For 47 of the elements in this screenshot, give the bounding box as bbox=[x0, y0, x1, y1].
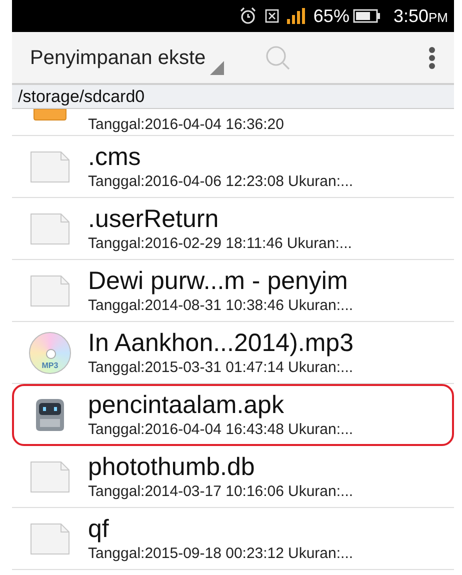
file-icon bbox=[29, 150, 71, 184]
file-date: Tanggal:2016-02-29 18:11:46 bbox=[88, 234, 283, 254]
clock: 3:50PM bbox=[393, 4, 448, 28]
file-name: qf bbox=[88, 514, 110, 544]
file-row[interactable]: Tanggal:2016-04-04 16:36:20 bbox=[12, 109, 454, 136]
file-name: photothumb.db bbox=[88, 452, 256, 482]
file-name: Dewi purw...m - penyim bbox=[88, 266, 349, 296]
file-row[interactable]: Dewi purw...m - penyim Tanggal:2014-08-31 10:38:46 Ukuran:... bbox=[12, 260, 454, 322]
file-row[interactable]: MP3 In Aankhon...2014).mp3 Tanggal:2015-03-31 01:47:14 Ukuran:... bbox=[12, 322, 454, 384]
file-size: Ukuran:... bbox=[288, 358, 354, 378]
file-date: Tanggal:2016-04-04 16:36:20 bbox=[88, 115, 284, 135]
folder-icon bbox=[33, 109, 67, 121]
battery-percent: 65% bbox=[313, 4, 350, 28]
file-name: pencintaalam.apk bbox=[88, 390, 285, 420]
alarm-icon bbox=[239, 7, 258, 25]
file-row[interactable]: photothumb.db Tanggal:2014-03-17 10:16:06 Ukuran:... bbox=[12, 446, 454, 508]
close-box-icon bbox=[265, 9, 280, 23]
file-row[interactable]: pencintaalam.apk Tanggal:2016-04-04 16:43:48 Ukuran:... bbox=[12, 384, 454, 446]
file-date: Tanggal:2016-04-04 16:43:48 bbox=[88, 420, 284, 440]
file-date: Tanggal:2015-09-18 00:23:12 bbox=[88, 544, 284, 564]
file-date: Tanggal:2014-08-31 10:38:46 bbox=[88, 296, 284, 316]
battery-icon bbox=[353, 9, 382, 23]
file-size: Ukuran:... bbox=[288, 544, 354, 564]
file-date: Tanggal:2016-04-06 12:23:08 bbox=[88, 172, 284, 192]
dropdown-corner-icon bbox=[210, 61, 224, 75]
file-name: .userReturn bbox=[88, 204, 220, 234]
file-date: Tanggal:2014-03-17 10:16:06 bbox=[88, 482, 284, 502]
signal-icon bbox=[287, 8, 306, 24]
file-name: .cms bbox=[88, 142, 142, 172]
menu-icon bbox=[428, 46, 436, 70]
file-row[interactable]: .userReturn Tanggal:2016-02-29 18:11:46 Ukuran:... bbox=[12, 198, 454, 260]
file-icon bbox=[29, 212, 71, 246]
search-icon bbox=[264, 44, 291, 70]
file-size: Ukuran:... bbox=[288, 482, 354, 502]
file-size: Ukuran:... bbox=[288, 296, 354, 316]
file-name: In Aankhon...2014).mp3 bbox=[88, 328, 354, 358]
file-date: Tanggal:2015-03-31 01:47:14 bbox=[88, 358, 284, 378]
cd-icon: MP3 bbox=[29, 332, 71, 374]
file-row[interactable]: qf Tanggal:2015-09-18 00:23:12 Ukuran:... bbox=[12, 508, 454, 570]
file-row[interactable]: .cms Tanggal:2016-04-06 12:23:08 Ukuran:... bbox=[12, 136, 454, 198]
file-icon bbox=[29, 460, 71, 494]
file-size: Ukuran:... bbox=[288, 172, 354, 192]
path-bar: /storage/sdcard0 bbox=[12, 85, 454, 109]
file-size: Ukuran:... bbox=[288, 420, 354, 440]
file-icon bbox=[29, 522, 71, 556]
file-size: Ukuran:... bbox=[286, 234, 352, 254]
file-icon bbox=[29, 274, 71, 308]
